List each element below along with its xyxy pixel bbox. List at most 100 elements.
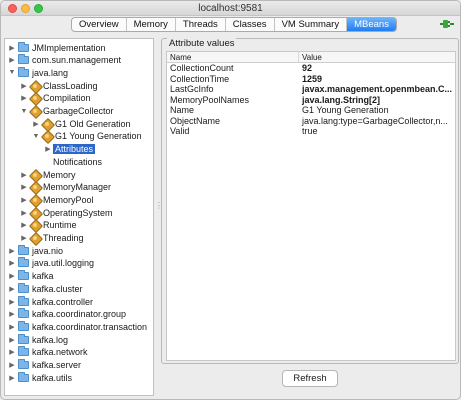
column-header-name[interactable]: Name [167,52,299,62]
collapse-arrow-icon[interactable]: ▼ [31,131,41,141]
tree-node[interactable]: ▶ MemoryManager [19,181,111,194]
tree-node[interactable]: ▼ java.lang [7,66,68,79]
tree-node-label[interactable]: kafka.cluster [32,284,83,294]
tree-node-label[interactable]: java.nio [32,246,63,256]
tree-node[interactable]: ▶ G1 Old Generation [31,117,131,130]
expand-arrow-icon[interactable]: ▶ [7,347,17,357]
tree-node[interactable]: ▶ Memory [19,168,76,181]
tab-classes[interactable]: Classes [226,18,275,31]
attribute-value[interactable]: true [299,126,455,137]
tree-node-label[interactable]: Compilation [43,93,91,103]
tree-node[interactable]: ▶ kafka.coordinator.transaction [7,320,147,333]
expand-arrow-icon[interactable]: ▶ [19,93,29,103]
tree-node[interactable]: ▶ kafka.network [7,346,88,359]
tree-node[interactable]: ▶ kafka.utils [7,371,72,384]
expand-arrow-icon[interactable]: ▶ [19,195,29,205]
expand-arrow-icon[interactable]: ▶ [43,144,53,154]
tree-node-label[interactable]: G1 Young Generation [55,131,142,141]
tree-node-label[interactable]: Runtime [43,220,77,230]
expand-arrow-icon[interactable]: ▶ [7,309,17,319]
tree-node-label[interactable]: JMImplementation [32,43,106,53]
attribute-value[interactable]: java.lang:type=GarbageCollector,n... [299,116,455,127]
attribute-value[interactable]: 1259 [299,74,455,85]
expand-arrow-icon[interactable]: ▶ [19,81,29,91]
tab-vm-summary[interactable]: VM Summary [275,18,348,31]
tree-node-label[interactable]: kafka.log [32,335,68,345]
expand-arrow-icon[interactable]: ▶ [7,258,17,268]
tree-node-label[interactable]: Memory [43,170,76,180]
tree-node[interactable]: ▶ Attributes [43,143,96,156]
table-row[interactable]: CollectionTime 1259 [167,74,455,85]
tab-overview[interactable]: Overview [72,18,127,31]
table-row[interactable]: ObjectName java.lang:type=GarbageCollecto… [167,116,455,127]
expand-arrow-icon[interactable]: ▶ [19,208,29,218]
tree-node-label[interactable]: Notifications [53,157,102,167]
tree-node[interactable]: ▶ JMImplementation [7,41,106,54]
expand-arrow-icon[interactable]: ▶ [19,220,29,230]
tree-node[interactable]: ▶ Threading [19,232,84,245]
expand-arrow-icon[interactable]: ▶ [7,284,17,294]
tree-node-label[interactable]: GarbageCollector [43,106,114,116]
tree-node-label[interactable]: ClassLoading [43,81,98,91]
tree-node-label[interactable]: kafka.server [32,360,81,370]
expand-arrow-icon[interactable]: ▶ [7,360,17,370]
tree-node[interactable]: ▼ G1 Young Generation [31,130,142,143]
tree-node-label[interactable]: MemoryManager [43,182,111,192]
tree-node-label[interactable]: G1 Old Generation [55,119,131,129]
tree-node[interactable]: ▶ kafka.server [7,359,81,372]
attribute-value[interactable]: java.lang.String[2] [299,95,455,106]
tree-node[interactable]: ▶ kafka [7,270,54,283]
expand-arrow-icon[interactable]: ▶ [7,335,17,345]
tree-node-label[interactable]: kafka.coordinator.transaction [32,322,147,332]
expand-arrow-icon[interactable]: ▶ [19,233,29,243]
tree-node[interactable]: ▶ Compilation [19,92,91,105]
tree-node-label[interactable]: Threading [43,233,84,243]
table-row[interactable]: MemoryPoolNames java.lang.String[2] [167,95,455,106]
expand-arrow-icon[interactable]: ▶ [31,119,41,129]
expand-arrow-icon[interactable]: ▶ [7,373,17,383]
tree-node-label[interactable]: kafka.coordinator.group [32,309,126,319]
expand-arrow-icon[interactable]: ▶ [19,170,29,180]
collapse-arrow-icon[interactable]: ▼ [19,106,29,116]
tree-node-label[interactable]: MemoryPool [43,195,94,205]
tree-node-label[interactable]: kafka.controller [32,297,93,307]
tree-node-label[interactable]: Attributes [53,144,96,155]
table-row[interactable]: LastGcInfo javax.management.openmbean.C..… [167,84,455,95]
attribute-value[interactable]: G1 Young Generation [299,105,455,116]
expand-arrow-icon[interactable]: ▶ [7,246,17,256]
tab-mbeans[interactable]: MBeans [347,18,396,31]
tree-node[interactable]: ▶ ClassLoading [19,79,98,92]
tree-node[interactable]: ▶ kafka.cluster [7,282,83,295]
tree-node-label[interactable]: com.sun.management [32,55,121,65]
tab-memory[interactable]: Memory [127,18,176,31]
tree-node-label[interactable]: java.lang [32,68,68,78]
tree-node[interactable]: Notifications [43,155,102,168]
tree-node[interactable]: ▶ java.nio [7,244,63,257]
tree-node-label[interactable]: kafka [32,271,54,281]
tree-node-label[interactable]: OperatingSystem [43,208,113,218]
tree-node[interactable]: ▶ kafka.controller [7,295,93,308]
expand-arrow-icon[interactable]: ▶ [7,55,17,65]
collapse-arrow-icon[interactable]: ▼ [7,68,17,78]
expand-arrow-icon[interactable]: ▶ [7,271,17,281]
mbean-tree[interactable]: ▶ JMImplementation ▶ com.sun.management ▼ jav… [4,38,154,396]
tree-node-label[interactable]: kafka.network [32,347,88,357]
tree-node[interactable]: ▶ OperatingSystem [19,206,113,219]
table-row[interactable]: CollectionCount 92 [167,63,455,74]
tree-node[interactable]: ▼ GarbageCollector [19,105,114,118]
table-row[interactable]: Valid true [167,126,455,137]
expand-arrow-icon[interactable]: ▶ [19,182,29,192]
tree-node-label[interactable]: kafka.utils [32,373,72,383]
tree-node[interactable]: ▶ java.util.logging [7,257,94,270]
tree-node[interactable]: ▶ MemoryPool [19,193,94,206]
expand-arrow-icon[interactable]: ▶ [7,322,17,332]
column-header-value[interactable]: Value [299,52,322,62]
tree-node[interactable]: ▶ com.sun.management [7,54,121,67]
tree-node-label[interactable]: java.util.logging [32,258,94,268]
tree-node[interactable]: ▶ kafka.log [7,333,68,346]
tree-node[interactable]: ▶ Runtime [19,219,77,232]
expand-arrow-icon[interactable]: ▶ [7,297,17,307]
attribute-value[interactable]: javax.management.openmbean.C... [299,84,455,95]
attribute-value[interactable]: 92 [299,63,455,74]
tab-threads[interactable]: Threads [176,18,226,31]
